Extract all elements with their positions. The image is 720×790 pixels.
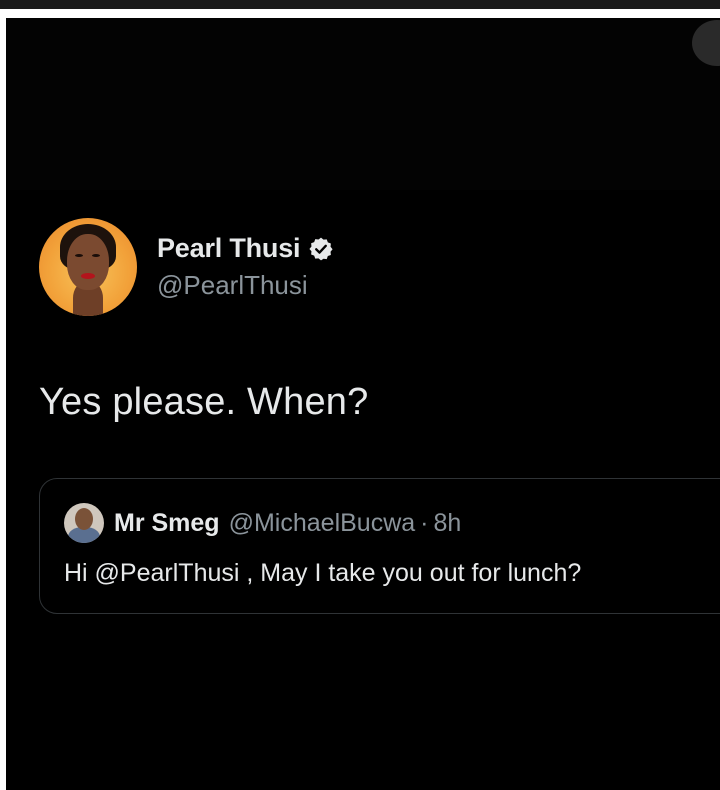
separator-dot: · — [420, 508, 429, 537]
quoted-display-name[interactable]: Mr Smeg — [114, 509, 220, 538]
display-name-row: Pearl Thusi — [157, 233, 334, 264]
quoted-tweet-text: Hi @PearlThusi , May I take you out for … — [64, 559, 582, 587]
quoted-tweet-header: Mr Smeg @MichaelBucwa · 8h — [64, 503, 461, 543]
quoted-handle[interactable]: @MichaelBucwa — [229, 509, 416, 538]
display-name[interactable]: Pearl Thusi — [157, 233, 301, 264]
tweet-text: Yes please. When? — [39, 381, 369, 423]
author-names: Pearl Thusi @PearlThusi — [157, 233, 334, 301]
header-area — [6, 18, 720, 190]
quoted-timestamp[interactable]: 8h — [433, 509, 461, 538]
quoted-tweet[interactable]: Mr Smeg @MichaelBucwa · 8h Hi @PearlThus… — [39, 478, 720, 614]
tweet-screen: Pearl Thusi @PearlThusi Yes please. When… — [6, 18, 720, 790]
tweet-author[interactable]: Pearl Thusi @PearlThusi — [39, 218, 334, 316]
top-bar — [0, 0, 720, 9]
verified-badge-icon — [308, 236, 334, 262]
handle[interactable]: @PearlThusi — [157, 270, 334, 301]
quoted-avatar[interactable] — [64, 503, 104, 543]
screenshot-frame: Pearl Thusi @PearlThusi Yes please. When… — [0, 0, 720, 790]
avatar[interactable] — [39, 218, 137, 316]
